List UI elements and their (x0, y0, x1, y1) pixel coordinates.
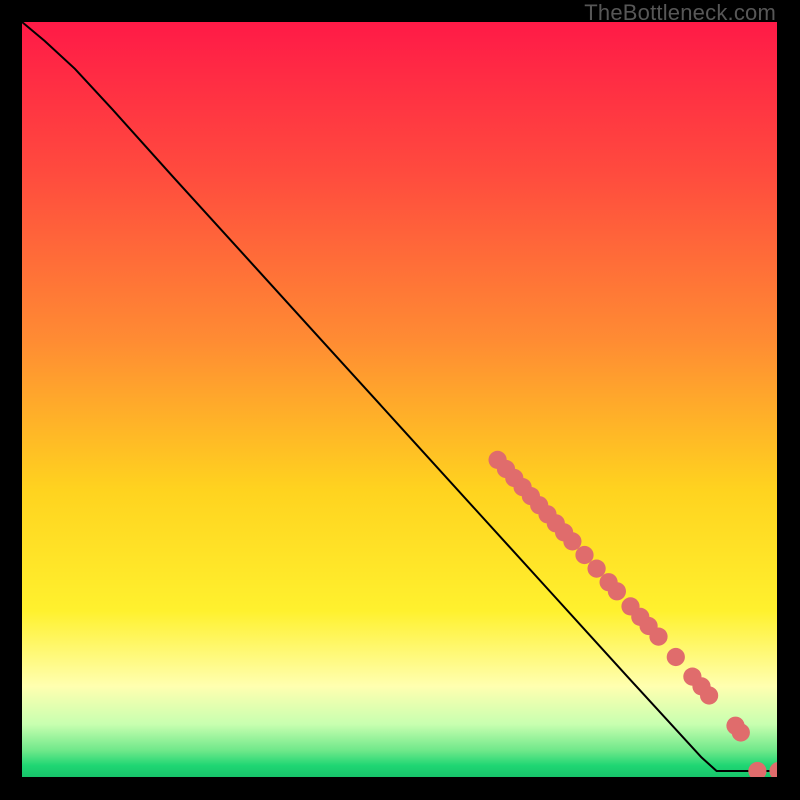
scatter-dot (649, 628, 667, 646)
scatter-dot (588, 560, 606, 578)
chart-svg (22, 22, 777, 777)
scatter-dot (608, 582, 626, 600)
scatter-dot (563, 532, 581, 550)
scatter-dot (732, 723, 750, 741)
scatter-dot (575, 546, 593, 564)
scatter-dot (667, 648, 685, 666)
chart-plot-area (22, 22, 777, 777)
scatter-dot (700, 686, 718, 704)
